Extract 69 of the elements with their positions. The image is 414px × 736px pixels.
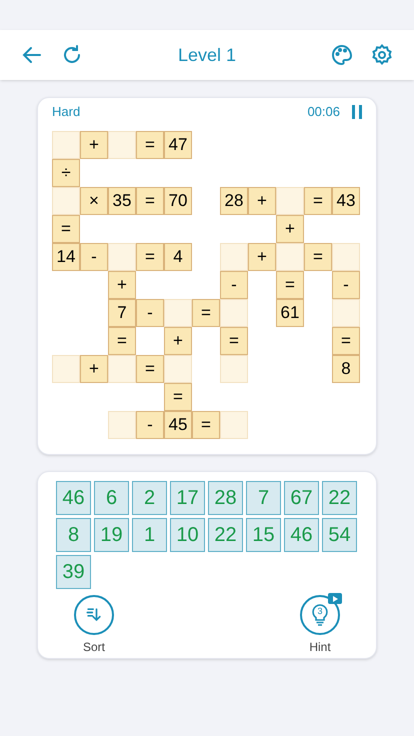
- number-tile[interactable]: 46: [56, 481, 91, 515]
- settings-icon[interactable]: [370, 43, 394, 67]
- hint-label: Hint: [309, 639, 331, 656]
- pause-icon[interactable]: [352, 105, 362, 119]
- grid-cell: -: [136, 411, 164, 439]
- grid-cell: =: [52, 215, 80, 243]
- palette-icon[interactable]: [330, 43, 354, 67]
- grid-cell: ÷: [52, 159, 80, 187]
- grid-cell: =: [304, 187, 332, 215]
- grid-cell: 47: [164, 131, 192, 159]
- number-tile[interactable]: 19: [94, 518, 129, 552]
- grid-cell: 4: [164, 243, 192, 271]
- grid-cell: 45: [164, 411, 192, 439]
- timer: 00:06: [307, 103, 340, 122]
- grid-cell: =: [332, 327, 360, 355]
- number-tile[interactable]: 39: [56, 555, 91, 589]
- grid-cell: =: [220, 327, 248, 355]
- grid-cell: 8: [332, 355, 360, 383]
- number-tile[interactable]: 6: [94, 481, 129, 515]
- grid-cell: -: [220, 271, 248, 299]
- number-tile[interactable]: 22: [322, 481, 357, 515]
- grid-cell: +: [164, 327, 192, 355]
- number-tile[interactable]: 67: [284, 481, 319, 515]
- grid-cell: =: [164, 383, 192, 411]
- number-tile[interactable]: 2: [132, 481, 167, 515]
- grid-cell: ×: [80, 187, 108, 215]
- grid-cell: 43: [332, 187, 360, 215]
- grid-cell: =: [192, 411, 220, 439]
- grid-cell: =: [136, 187, 164, 215]
- grid-cell: =: [136, 243, 164, 271]
- number-tile[interactable]: 28: [208, 481, 243, 515]
- grid-cell: =: [108, 327, 136, 355]
- number-tile[interactable]: 17: [170, 481, 205, 515]
- grid-cell: 61: [276, 299, 304, 327]
- grid-cell: +: [80, 131, 108, 159]
- hint-button[interactable]: 3: [300, 595, 340, 635]
- empty-cell[interactable]: [220, 355, 248, 383]
- grid-cell: =: [136, 355, 164, 383]
- number-tile[interactable]: 22: [208, 518, 243, 552]
- number-tile[interactable]: 15: [246, 518, 281, 552]
- number-tile[interactable]: 46: [284, 518, 319, 552]
- grid-cell: 70: [164, 187, 192, 215]
- grid-cell: +: [276, 215, 304, 243]
- video-badge-icon: [328, 593, 342, 604]
- number-tile[interactable]: 54: [322, 518, 357, 552]
- grid-cell: +: [108, 271, 136, 299]
- grid-cell: -: [80, 243, 108, 271]
- grid-cell: +: [80, 355, 108, 383]
- number-tile[interactable]: 10: [170, 518, 205, 552]
- grid-cell: +: [248, 187, 276, 215]
- number-tile[interactable]: 7: [246, 481, 281, 515]
- number-tile[interactable]: 8: [56, 518, 91, 552]
- number-tile[interactable]: 1: [132, 518, 167, 552]
- grid-cell: -: [332, 271, 360, 299]
- empty-cell[interactable]: [332, 299, 360, 327]
- grid-cell: -: [136, 299, 164, 327]
- level-title: Level 1: [178, 44, 236, 67]
- grid-cell: =: [192, 299, 220, 327]
- grid-cell: 7: [108, 299, 136, 327]
- grid-cell: =: [304, 243, 332, 271]
- grid-cell: 35: [108, 187, 136, 215]
- grid-cell: +: [248, 243, 276, 271]
- sort-button[interactable]: [74, 595, 114, 635]
- grid-cell: =: [276, 271, 304, 299]
- grid-cell: =: [136, 131, 164, 159]
- difficulty-label: Hard: [52, 103, 80, 122]
- grid-cell: 28: [220, 187, 248, 215]
- sort-label: Sort: [82, 639, 105, 656]
- grid-cell: 14: [52, 243, 80, 271]
